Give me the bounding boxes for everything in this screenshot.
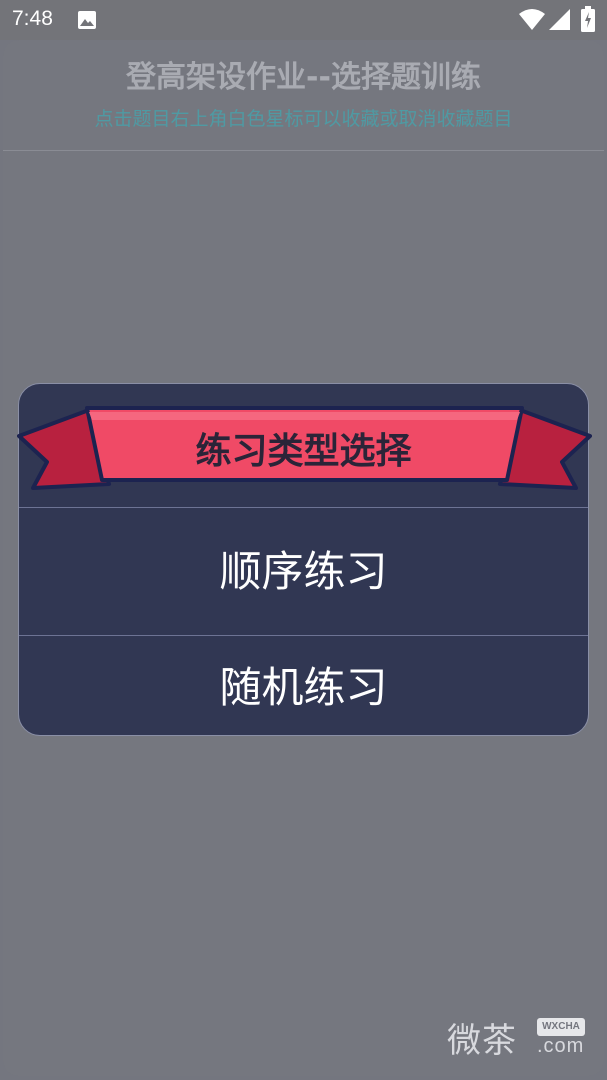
wifi-icon	[519, 9, 545, 35]
image-icon	[77, 10, 97, 34]
dialog-title: 练习类型选择	[195, 431, 412, 472]
watermark-text: 微茶	[447, 1021, 517, 1061]
random-practice-button[interactable]: 随机练习	[19, 636, 588, 736]
page-subtitle: 点击题目右上角白色星标可以收藏或取消收藏题目	[94, 108, 513, 130]
practice-type-dialog: 练习类型选择 顺序练习 随机练习	[17, 383, 592, 736]
watermark-domain: .com	[537, 1035, 585, 1057]
status-bar: 7:48	[0, 0, 607, 40]
status-time: 7:48	[12, 7, 53, 30]
page-title: 登高架设作业--选择题训练	[126, 60, 481, 95]
header: 登高架设作业--选择题训练 点击题目右上角白色星标可以收藏或取消收藏题目	[3, 40, 604, 151]
watermark-logo: 微茶 WXCHA .com	[447, 1013, 585, 1062]
signal-icon	[549, 9, 571, 35]
dialog-header: 练习类型选择	[17, 384, 592, 508]
sequential-practice-button[interactable]: 顺序练习	[19, 508, 588, 636]
battery-icon	[581, 6, 595, 36]
watermark-badge: WXCHA	[537, 1018, 585, 1036]
